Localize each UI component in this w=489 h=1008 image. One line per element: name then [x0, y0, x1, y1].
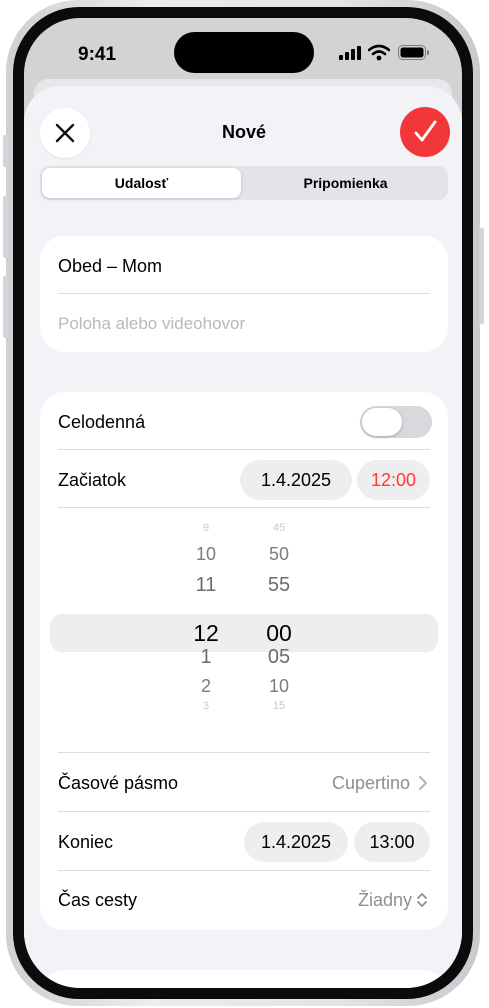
divider — [58, 752, 430, 753]
details-card: Celodenná Začiatok 1.4.2025 12:00 9 10 1… — [40, 392, 448, 930]
segment-event[interactable]: Udalosť — [42, 166, 241, 200]
travel-time-label: Čas cesty — [58, 890, 138, 910]
travel-time-selector[interactable]: Žiadny — [300, 880, 430, 920]
close-icon — [55, 123, 75, 143]
status-time: 9:41 — [78, 44, 117, 65]
time-picker-wheel[interactable]: 9 10 11 12 1 2 3 45 50 55 00 05 10 15 — [40, 522, 448, 738]
picker-minute-selected[interactable]: 00 — [249, 620, 309, 647]
volume-down-button — [3, 276, 8, 338]
picker-minute: 55 — [267, 574, 291, 596]
picker-minute: 15 — [272, 700, 286, 712]
picker-hour-selected[interactable]: 12 — [176, 620, 236, 647]
end-time-pill[interactable]: 13:00 — [354, 822, 430, 862]
picker-hour: 3 — [202, 700, 210, 712]
event-title-input[interactable]: Obed – Mom — [58, 256, 162, 277]
end-date-pill[interactable]: 1.4.2025 — [244, 822, 348, 862]
chevron-up-down-icon — [417, 893, 427, 907]
confirm-button[interactable] — [400, 107, 450, 157]
title-location-card: Obed – Mom Poloha alebo videohovor — [40, 236, 448, 352]
picker-selection-band — [50, 614, 438, 652]
picker-minute: 10 — [268, 676, 290, 696]
divider — [58, 870, 430, 871]
timezone-selector[interactable]: Cupertino — [290, 762, 430, 802]
screen: 9:41 Nové Udalosť Pripomienka Obed – Mom… — [24, 18, 462, 988]
next-card — [40, 970, 448, 988]
picker-minute: 45 — [272, 522, 286, 534]
close-button[interactable] — [40, 108, 90, 158]
travel-time-value: Žiadny — [357, 890, 412, 910]
segment-reminder[interactable]: Pripomienka — [245, 166, 446, 200]
start-label: Začiatok — [58, 470, 127, 490]
mute-switch — [3, 135, 8, 167]
start-time-pill[interactable]: 12:00 — [357, 460, 430, 500]
cellular-signal-icon — [339, 46, 361, 60]
start-date-pill[interactable]: 1.4.2025 — [240, 460, 352, 500]
picker-hour: 9 — [202, 522, 210, 534]
type-segmented-control: Udalosť Pripomienka — [40, 166, 448, 200]
picker-minute: 50 — [268, 544, 290, 564]
picker-hour: 1 — [200, 646, 212, 668]
picker-hour: 11 — [195, 574, 217, 596]
end-label: Koniec — [58, 832, 114, 852]
picker-hour: 10 — [195, 544, 217, 564]
sheet-title: Nové — [221, 122, 266, 142]
timezone-value: Cupertino — [331, 773, 410, 793]
all-day-toggle[interactable] — [360, 406, 432, 438]
picker-hour: 2 — [200, 676, 211, 696]
divider — [58, 449, 430, 450]
timezone-label: Časové pásmo — [58, 773, 179, 793]
divider — [58, 507, 430, 508]
checkmark-icon — [414, 120, 437, 142]
battery-icon — [398, 45, 429, 60]
location-input[interactable]: Poloha alebo videohovor — [58, 314, 245, 334]
power-button — [479, 228, 484, 324]
new-event-sheet: Nové Udalosť Pripomienka Obed – Mom Polo… — [24, 86, 462, 988]
divider — [58, 811, 430, 812]
dynamic-island — [174, 32, 314, 73]
wifi-icon — [368, 44, 390, 61]
picker-minute: 05 — [267, 646, 291, 668]
toggle-knob — [362, 408, 402, 436]
divider — [58, 293, 430, 294]
chevron-right-icon — [419, 776, 427, 790]
volume-up-button — [3, 196, 8, 258]
all-day-label: Celodenná — [58, 412, 146, 432]
